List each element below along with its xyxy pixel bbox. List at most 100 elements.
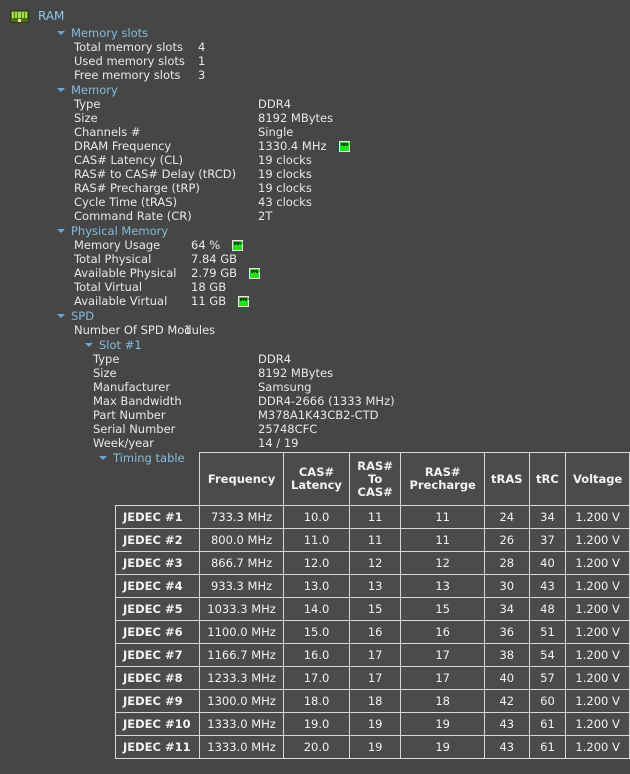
info-row: Cycle Time (tRAS) 43 clocks: [0, 195, 630, 209]
section-header-spd[interactable]: SPD: [0, 308, 630, 323]
table-row-header: JEDEC #1: [114, 505, 201, 529]
info-row-value: Samsung: [258, 380, 312, 394]
table-cell-cas-latency: 12.0: [283, 551, 350, 575]
timing-table-header: Frequency CAS# Latency RAS# To CAS# RAS# Pre…: [116, 452, 630, 506]
table-cell-voltage: 1.200 V: [565, 597, 630, 621]
chevron-down-icon[interactable]: [99, 455, 107, 460]
info-row-value: DDR4: [258, 97, 292, 111]
col-header-frequency: Frequency: [199, 452, 285, 506]
section-header-slot-1[interactable]: Slot #1: [0, 337, 630, 352]
info-row: Serial Number 25748CFC: [0, 422, 630, 436]
table-cell-ras-to-cas: 15: [348, 597, 402, 621]
table-cell-frequency: 866.7 MHz: [199, 551, 285, 575]
table-cell-cas-latency: 14.0: [283, 597, 350, 621]
info-row-label: DRAM Frequency: [74, 139, 172, 153]
table-row-header: JEDEC #7: [114, 643, 201, 667]
table-cell-ras-to-cas: 12: [348, 551, 402, 575]
table-cell-ras-precharge: 17: [400, 666, 485, 690]
table-cell-ras-precharge: 15: [400, 597, 485, 621]
table-cell-cas-latency: 10.0: [283, 505, 350, 529]
info-row-value: 1: [198, 54, 206, 68]
table-cell-trc: 60: [528, 689, 567, 713]
table-cell-tras: 36: [483, 620, 530, 644]
table-row-header: JEDEC #4: [114, 574, 201, 598]
table-cell-ras-to-cas: 18: [348, 689, 402, 713]
table-row: JEDEC #7 1166.7 MHz 16.0 17 17 38 54 1.200 V: [114, 643, 630, 667]
info-row-label: Total Virtual: [74, 280, 143, 294]
table-cell-ras-to-cas: 13: [348, 574, 402, 598]
info-row-label: Channels #: [74, 125, 141, 139]
tree-root-label: RAM: [38, 9, 65, 23]
section-title: Physical Memory: [71, 223, 169, 238]
col-header-ras-to-cas: RAS# To CAS#: [348, 452, 402, 506]
info-row-value: 43 clocks: [258, 195, 312, 209]
info-row: Used memory slots 1: [0, 54, 630, 68]
info-row-label: Size: [74, 111, 98, 125]
info-row: Week/year 14 / 19: [0, 436, 630, 450]
info-row-label: Free memory slots: [74, 68, 181, 82]
table-cell-cas-latency: 18.0: [283, 689, 350, 713]
timing-table-corner-cell: [116, 453, 200, 506]
info-row: Total Virtual 18 GB: [0, 280, 630, 294]
info-row-value: 7.84 GB: [191, 252, 238, 266]
table-cell-cas-latency: 11.0: [283, 528, 350, 552]
table-cell-tras: 42: [483, 689, 530, 713]
table-cell-ras-to-cas: 17: [348, 643, 402, 667]
table-row: JEDEC #8 1233.3 MHz 17.0 17 17 40 57 1.200 V: [114, 666, 630, 690]
table-cell-frequency: 733.3 MHz: [199, 505, 285, 529]
table-cell-voltage: 1.200 V: [565, 620, 630, 644]
info-row-value: 4: [198, 40, 206, 54]
table-cell-frequency: 1100.0 MHz: [199, 620, 285, 644]
table-cell-frequency: 933.3 MHz: [199, 574, 285, 598]
table-cell-ras-precharge: 19: [400, 735, 485, 759]
section-header-physical-memory[interactable]: Physical Memory: [0, 223, 630, 238]
info-row: Type DDR4: [0, 352, 630, 366]
table-cell-frequency: 1300.0 MHz: [199, 689, 285, 713]
tree-root-ram[interactable]: RAM: [0, 0, 630, 25]
section-title: Memory slots: [71, 25, 149, 40]
table-cell-tras: 24: [483, 505, 530, 529]
status-led-green: [249, 267, 261, 279]
chevron-down-icon[interactable]: [57, 87, 65, 92]
info-row: Total memory slots 4: [0, 40, 630, 54]
table-cell-tras: 28: [483, 551, 530, 575]
info-row-label: RAS# Precharge (tRP): [74, 181, 200, 195]
section-header-memory[interactable]: Memory: [0, 82, 630, 97]
table-cell-trc: 48: [528, 597, 567, 621]
info-row-label: Total Physical: [74, 252, 152, 266]
info-row: RAS# Precharge (tRP) 19 clocks: [0, 181, 630, 195]
table-cell-voltage: 1.200 V: [565, 643, 630, 667]
info-row-value: 25748CFC: [258, 422, 318, 436]
table-row: JEDEC #9 1300.0 MHz 18.0 18 18 42 60 1.200 V: [114, 689, 630, 713]
section-header-memory-slots[interactable]: Memory slots: [0, 25, 630, 40]
table-row-header: JEDEC #8: [114, 666, 201, 690]
table-cell-tras: 38: [483, 643, 530, 667]
info-row: DRAM Frequency 1330.4 MHz: [0, 139, 630, 153]
chevron-down-icon[interactable]: [57, 313, 65, 318]
status-led-green: [338, 140, 350, 152]
chevron-down-icon[interactable]: [85, 342, 93, 347]
table-cell-trc: 43: [528, 574, 567, 598]
info-row-value: 2.79 GB: [191, 266, 238, 280]
chevron-down-icon[interactable]: [57, 30, 65, 35]
info-row-value: 1330.4 MHz: [258, 139, 327, 153]
table-cell-ras-to-cas: 19: [348, 735, 402, 759]
table-cell-ras-precharge: 11: [400, 505, 485, 529]
chevron-down-icon[interactable]: [57, 228, 65, 233]
table-cell-trc: 57: [528, 666, 567, 690]
table-cell-frequency: 1333.0 MHz: [199, 712, 285, 736]
table-cell-voltage: 1.200 V: [565, 712, 630, 736]
info-row: Available Physical 2.79 GB: [0, 266, 630, 280]
table-cell-voltage: 1.200 V: [565, 666, 630, 690]
col-header-trc: tRC: [528, 452, 567, 506]
table-row: JEDEC #1 733.3 MHz 10.0 11 11 24 34 1.200 V: [114, 505, 630, 529]
info-row: Number Of SPD Modules 1: [0, 323, 630, 337]
table-cell-trc: 34: [528, 505, 567, 529]
table-cell-voltage: 1.200 V: [565, 735, 630, 759]
table-cell-ras-precharge: 13: [400, 574, 485, 598]
col-header-tras: tRAS: [483, 452, 530, 506]
table-row-header: JEDEC #3: [114, 551, 201, 575]
table-cell-ras-precharge: 16: [400, 620, 485, 644]
info-row-label: Available Virtual: [74, 294, 168, 308]
info-row: Size 8192 MBytes: [0, 366, 630, 380]
